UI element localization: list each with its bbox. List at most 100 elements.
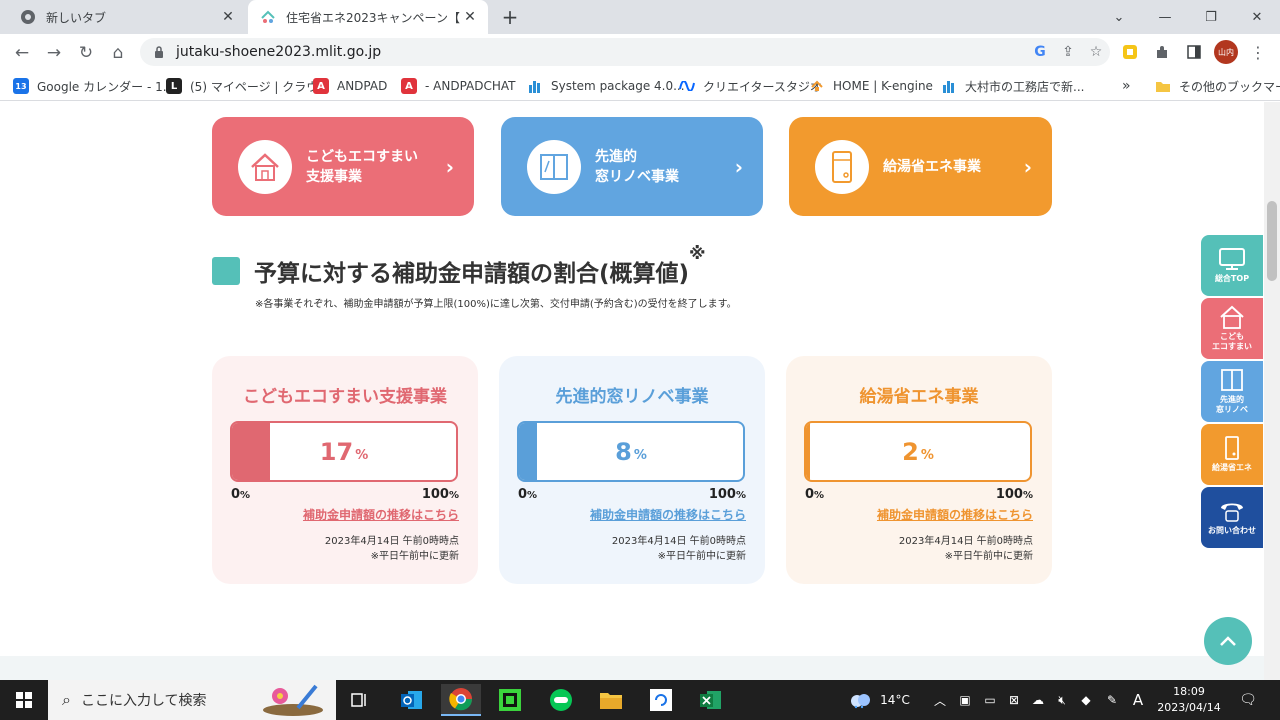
close-icon[interactable]: ✕ xyxy=(460,7,480,27)
scale-max: 100% xyxy=(996,487,1033,502)
progress-percent: 17% xyxy=(232,423,456,480)
history-link[interactable]: 補助金申請額の推移はこちら xyxy=(590,506,746,523)
lock-icon[interactable] xyxy=(152,45,166,59)
side-nav-label: 給湯省エネ xyxy=(1212,463,1252,472)
file-explorer-icon[interactable] xyxy=(591,684,631,716)
bookmark-other-folder[interactable]: その他のブックマーク xyxy=(1155,76,1280,96)
close-icon[interactable]: ✕ xyxy=(218,7,238,27)
network-icon[interactable]: ⊠ xyxy=(1004,690,1024,710)
extension-yellow-icon[interactable] xyxy=(1118,40,1142,64)
chrome-taskbar-icon[interactable] xyxy=(441,684,481,716)
side-nav-kodomo-eco[interactable]: こども エコすまい xyxy=(1201,298,1263,359)
bookmark-system-package[interactable]: System package 4.0... xyxy=(527,76,685,96)
side-nav-contact[interactable]: お問い合わせ xyxy=(1201,487,1263,548)
chevron-right-icon: › xyxy=(734,154,743,179)
search-icon: ⌕ xyxy=(62,690,71,709)
bookmark-andpad[interactable]: A ANDPAD xyxy=(313,76,387,96)
sync-app-icon[interactable] xyxy=(641,684,681,716)
house-icon xyxy=(238,139,292,194)
reload-button[interactable]: ↻ xyxy=(72,39,100,67)
bookmark-label: クリエイタースタジオ xyxy=(703,79,822,94)
dropbox-icon[interactable]: ◆ xyxy=(1076,690,1096,710)
program-button-water-heater[interactable]: 給湯省エネ事業 › xyxy=(789,117,1052,216)
window-close-button[interactable]: ✕ xyxy=(1234,0,1280,34)
section-note: ※各事業それぞれ、補助金申請額が予算上限(100%)に達し次第、交付申請(予約含… xyxy=(255,299,737,310)
percent-value: 8 xyxy=(615,437,632,466)
program-label: こどもエコすまい 支援事業 xyxy=(306,148,418,185)
side-nav-window-renovation[interactable]: 先進的 窓リノベ xyxy=(1201,361,1263,422)
tab-search-icon[interactable]: ⌄ xyxy=(1096,0,1142,34)
progress-percent: 8% xyxy=(519,423,743,480)
excel-icon[interactable] xyxy=(691,684,731,716)
bookmark-k-engine[interactable]: HOME | K-engine xyxy=(809,76,933,96)
scale-max: 100% xyxy=(422,487,459,502)
side-nav-label: お問い合わせ xyxy=(1208,526,1256,535)
scrollbar-thumb[interactable] xyxy=(1267,201,1277,281)
scale-min-value: 0 xyxy=(805,487,815,502)
forward-button[interactable]: → xyxy=(40,39,68,67)
cloud-icon[interactable]: ☁ xyxy=(1028,690,1048,710)
bookmark-star-icon[interactable]: ☆ xyxy=(1082,38,1110,66)
program-button-window-renovation[interactable]: 先進的 窓リノベ事業 › xyxy=(501,117,763,216)
back-button[interactable]: ← xyxy=(8,39,36,67)
bookmarks-overflow-button[interactable]: » xyxy=(1122,76,1131,96)
card-title: 給湯省エネ事業 xyxy=(859,387,979,407)
bookmark-andpadchat[interactable]: A - ANDPADCHAT xyxy=(401,76,516,96)
new-tab-button[interactable]: + xyxy=(498,5,522,29)
speaker-muted-icon[interactable]: 🔇︎ xyxy=(1052,690,1072,710)
bookmark-label: (5) マイページ | クラウ... xyxy=(190,79,330,94)
device-icon[interactable]: ▣ xyxy=(955,690,975,710)
chevron-right-icon: › xyxy=(445,154,454,179)
window-icon xyxy=(1218,368,1246,392)
show-hidden-icons-chevron-icon[interactable]: ︿ xyxy=(930,690,950,710)
bookmark-mypage[interactable]: L (5) マイページ | クラウ... xyxy=(166,76,330,96)
windows-logo-icon xyxy=(16,692,32,708)
search-highlight-icon xyxy=(258,680,328,720)
minimize-button[interactable]: — xyxy=(1142,0,1188,34)
side-nav-water-heater[interactable]: 給湯省エネ xyxy=(1201,424,1263,485)
scroll-to-top-button[interactable] xyxy=(1204,617,1252,665)
bookmark-omura-builder[interactable]: 大村市の工務店で新... xyxy=(941,76,1084,96)
history-link[interactable]: 補助金申請額の推移はこちら xyxy=(877,506,1033,523)
google-translate-icon[interactable]: G xyxy=(1026,38,1054,66)
weather-temperature[interactable]: 14°C xyxy=(878,690,912,710)
taskbar-clock[interactable]: 18:09 2023/04/14 xyxy=(1152,684,1226,716)
tab-jutaku-shoene[interactable]: 住宅省エネ2023キャンペーン【公式】 ✕ xyxy=(248,0,488,34)
windows-start-button[interactable] xyxy=(0,680,48,720)
chevron-right-icon: › xyxy=(1023,154,1032,179)
tab-new-tab[interactable]: 新しいタブ ✕ xyxy=(8,0,246,34)
history-link[interactable]: 補助金申請額の推移はこちら xyxy=(303,506,459,523)
program-button-kodomo-eco[interactable]: こどもエコすまい 支援事業 › xyxy=(212,117,474,216)
page-scrollbar[interactable] xyxy=(1264,102,1280,680)
pen-icon[interactable]: ✎ xyxy=(1102,690,1122,710)
bookmark-label: HOME | K-engine xyxy=(833,79,933,93)
bookmark-label: 大村市の工務店で新... xyxy=(965,79,1085,94)
home-button[interactable]: ⌂ xyxy=(104,39,132,67)
percent-unit: % xyxy=(633,448,647,463)
bookmark-creator-studio[interactable]: クリエイタースタジオ xyxy=(679,76,822,96)
task-view-icon[interactable] xyxy=(340,684,380,716)
outlook-icon[interactable] xyxy=(392,684,432,716)
taskbar-search-box[interactable]: ⌕ ここに入力して検索 xyxy=(48,680,336,720)
line-app-icon[interactable] xyxy=(541,684,581,716)
water-heater-icon xyxy=(1218,436,1246,460)
water-heater-icon xyxy=(815,139,869,194)
k-engine-icon xyxy=(809,78,825,94)
side-nav-top[interactable]: 総合TOP xyxy=(1201,235,1263,296)
notification-icon[interactable]: 🗨︎ xyxy=(1236,690,1260,710)
address-bar[interactable]: jutaku-shoene2023.mlit.go.jp G ⇪ ☆ xyxy=(140,38,1110,66)
share-icon[interactable]: ⇪ xyxy=(1054,38,1082,66)
battery-icon[interactable]: ▭ xyxy=(980,690,1000,710)
scale-max-value: 100 xyxy=(708,487,736,502)
side-panel-icon[interactable] xyxy=(1182,40,1206,64)
bookmark-google-calendar[interactable]: 13 Google カレンダー - 1... xyxy=(13,76,174,96)
extensions-puzzle-icon[interactable] xyxy=(1150,40,1174,64)
ime-indicator[interactable]: A xyxy=(1128,690,1148,710)
clock-date: 2023/04/14 xyxy=(1157,701,1221,714)
green-app-icon[interactable] xyxy=(490,684,530,716)
l-logo-icon: L xyxy=(166,78,182,94)
weather-icon[interactable] xyxy=(846,690,874,710)
profile-avatar[interactable]: 山内 xyxy=(1214,40,1238,64)
menu-kebab-icon[interactable]: ⋮ xyxy=(1246,40,1270,64)
restore-button[interactable]: ❐ xyxy=(1188,0,1234,34)
